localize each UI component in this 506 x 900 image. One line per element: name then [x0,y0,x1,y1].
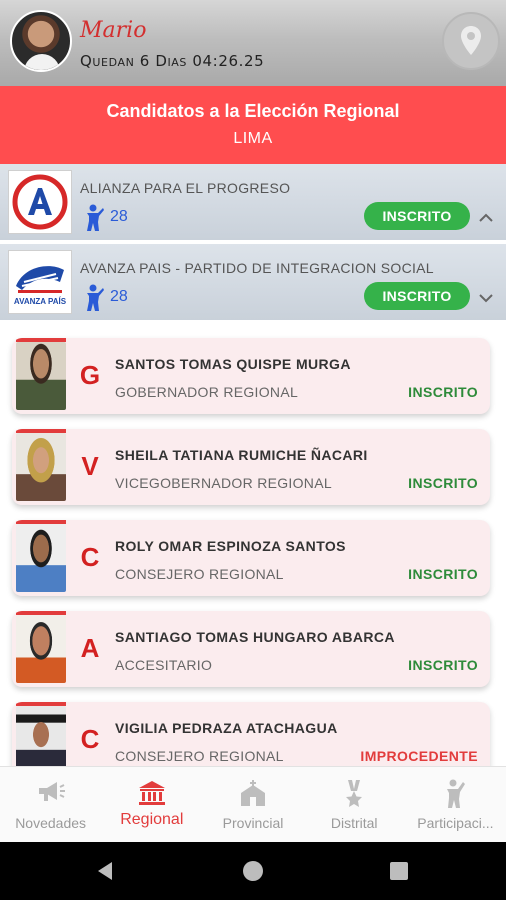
candidate-status: INSCRITO [408,475,478,491]
candidate-card[interactable]: V SHEILA TATIANA RUMICHE ÑACARI VICEGOBE… [12,429,490,505]
nav-item-provincial[interactable]: Provincial [202,767,303,842]
status-badge: INSCRITO [364,202,470,230]
location-button[interactable] [442,12,500,70]
candidate-status: INSCRITO [408,384,478,400]
party-logo-alianza [8,170,72,234]
candidate-count: 28 [110,208,128,225]
person-icon [87,284,104,311]
party-row-avanza[interactable]: AVANZA PAÍS AVANZA PAIS - PARTIDO DE INT… [0,244,506,322]
role-letter: C [80,724,100,754]
candidate-count: 28 [110,288,128,305]
candidate-card[interactable]: A SANTIAGO TOMAS HUNGARO ABARCA ACCESITA… [12,611,490,687]
candidate-role: ACCESITARIO [115,657,213,673]
church-icon [241,780,265,806]
back-icon[interactable] [96,861,114,881]
candidate-card[interactable]: G SANTOS TOMAS QUISPE MURGA GOBERNADOR R… [12,338,490,414]
candidate-role: CONSEJERO REGIONAL [115,566,284,582]
alianza-logo-icon [12,174,68,230]
avatar-shirt [24,54,60,70]
candidate-photo [16,342,66,410]
chevron-up-icon[interactable] [476,208,496,228]
candidate-name: ROLY OMAR ESPINOZA SANTOS [115,538,346,554]
candidate-card[interactable]: C ROLY OMAR ESPINOZA SANTOS CONSEJERO RE… [12,520,490,596]
nav-item-participacion[interactable]: Participaci... [405,767,506,842]
candidate-name: SANTOS TOMAS QUISPE MURGA [115,356,351,372]
nav-label: Distrital [330,815,378,831]
party-logo-avanza: AVANZA PAÍS [8,250,72,314]
app-header: Mario Quedan 6 Dias 04:26.25 [0,0,506,86]
candidate-card[interactable]: C VIGILIA PEDRAZA ATACHAGUA CONSEJERO RE… [12,702,490,766]
avanza-logo-icon: AVANZA PAÍS [14,266,67,306]
candidate-name: SANTIAGO TOMAS HUNGARO ABARCA [115,629,395,645]
role-letter: C [80,542,100,572]
nav-label: Participaci... [417,815,494,831]
recent-apps-icon[interactable] [390,862,408,880]
nav-item-distrital[interactable]: Distrital [304,767,405,842]
title-banner: Candidatos a la Elección Regional LIMA [0,86,506,164]
party-row-alianza[interactable]: ALIANZA PARA EL PROGRESO 28 INSCRITO [0,164,506,242]
bottom-navigation: Novedades Regional Provincial Distrital [0,766,506,842]
nav-label: Regional [120,811,184,828]
candidate-status: IMPROCEDENTE [360,748,478,764]
medal-icon [346,780,363,807]
system-navigation-bar [0,842,506,900]
candidate-role: VICEGOBERNADOR REGIONAL [115,475,332,491]
role-letter: V [81,451,99,481]
status-badge: INSCRITO [364,282,470,310]
party-name: AVANZA PAIS - PARTIDO DE INTEGRACION SOC… [80,260,434,276]
candidate-photo [16,615,66,683]
nav-label: Provincial [222,815,284,831]
candidate-name: VIGILIA PEDRAZA ATACHAGUA [115,720,338,736]
person-raise-icon [447,779,466,808]
role-letter: A [80,633,100,663]
candidate-photo [16,524,66,592]
role-letter: G [79,360,101,390]
user-name: Mario [80,18,147,43]
person-icon [87,204,104,231]
location-pin-icon [461,26,481,55]
candidate-role: GOBERNADOR REGIONAL [115,384,299,400]
candidate-list[interactable]: G SANTOS TOMAS QUISPE MURGA GOBERNADOR R… [0,324,506,766]
megaphone-icon [38,782,65,801]
candidate-photo [16,433,66,501]
candidate-status: INSCRITO [408,566,478,582]
party-name: ALIANZA PARA EL PROGRESO [80,180,291,196]
home-icon[interactable] [243,861,263,881]
region-name: LIMA [233,130,273,147]
candidate-photo [16,706,66,766]
institution-icon [138,781,165,805]
user-avatar[interactable] [10,10,72,72]
page-title: Candidatos a la Elección Regional [106,101,400,121]
avanza-logo-text: AVANZA PAÍS [14,297,67,306]
election-countdown: Quedan 6 Dias 04:26.25 [80,52,265,70]
candidate-role: CONSEJERO REGIONAL [115,748,284,764]
candidate-name: SHEILA TATIANA RUMICHE ÑACARI [115,447,368,463]
candidate-status: INSCRITO [408,657,478,673]
nav-item-regional[interactable]: Regional [101,767,202,842]
chevron-down-icon[interactable] [476,288,496,308]
nav-item-novedades[interactable]: Novedades [0,767,101,842]
nav-label: Novedades [15,815,87,831]
